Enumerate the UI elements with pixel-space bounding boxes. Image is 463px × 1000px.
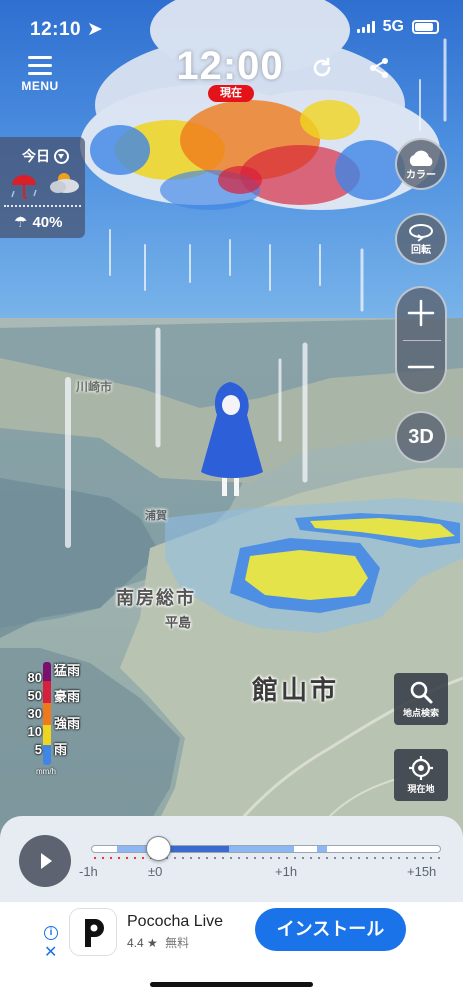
chevron-down-icon — [54, 148, 69, 164]
timeline-tick: +15h — [407, 864, 437, 879]
timeline-slider[interactable] — [91, 845, 441, 853]
forecast-day-selector[interactable]: 今日 — [22, 146, 69, 166]
timeline-panel: -1h ±0 +1h +15h — [0, 816, 463, 902]
forecast-day-label: 今日 — [22, 148, 50, 164]
now-badge: 現在 — [208, 85, 254, 102]
precipitation-legend: 80 50 30 10 5 猛雨 豪雨 強雨 雨 mm/h — [22, 660, 88, 778]
color-button[interactable]: カラー — [395, 138, 447, 190]
hamburger-icon — [28, 56, 52, 75]
play-button[interactable] — [19, 835, 71, 887]
battery-icon — [412, 20, 439, 34]
legend-value: 80 — [27, 670, 42, 685]
rotate-button[interactable]: 回転 — [395, 213, 447, 265]
forecast-time-display: 12:00 — [176, 44, 284, 88]
menu-button[interactable]: MENU — [16, 52, 64, 94]
home-indicator — [150, 982, 313, 987]
legend-label: 強雨 — [54, 716, 81, 731]
legend-value: 50 — [27, 688, 42, 703]
divider — [4, 205, 81, 207]
rain-probability-value: 40% — [32, 213, 63, 231]
legend-label: 豪雨 — [54, 689, 81, 704]
timeline-knob[interactable] — [145, 836, 171, 861]
timeline-past-dots — [91, 856, 156, 860]
legend-swatch — [43, 745, 51, 765]
map-label-minamiboso: 南房総市 — [116, 588, 196, 608]
timeline-tick: +1h — [275, 864, 298, 879]
color-button-label: カラー — [406, 170, 436, 181]
map-label-ura: 浦賀 — [145, 510, 167, 522]
map-label-heguri: 平島 — [165, 615, 192, 630]
legend-label: 雨 — [54, 742, 68, 757]
cellular-signal-icon — [356, 21, 375, 33]
legend-value: 5 — [34, 742, 42, 757]
rain-then-cloud-icon — [11, 173, 79, 199]
timeline-segment — [229, 846, 294, 852]
zoom-out-button[interactable] — [397, 342, 445, 394]
install-button[interactable]: インストール — [255, 908, 406, 951]
timeline-segment — [317, 846, 327, 852]
current-location-button[interactable]: 現在地 — [394, 749, 448, 801]
status-time: 12:10 ➤ — [30, 19, 104, 40]
today-forecast-card[interactable]: 今日 ☂ 40% — [0, 137, 85, 238]
umbrella-icon: ☂ — [14, 214, 28, 231]
minus-icon — [407, 365, 435, 369]
rotate-button-label: 回転 — [411, 245, 431, 256]
refresh-icon[interactable] — [310, 56, 334, 80]
ad-rating: 4.4 ★ — [127, 936, 158, 950]
share-icon[interactable] — [366, 55, 392, 81]
location-search-button[interactable]: 地点検索 — [394, 673, 448, 725]
cloud-icon — [409, 150, 433, 166]
crosshair-icon — [409, 756, 433, 780]
timeline-tick: ±0 — [148, 864, 163, 879]
close-icon[interactable]: ✕ — [44, 942, 57, 962]
legend-swatch — [43, 725, 51, 745]
map-label-tateyama: 館山市 — [252, 675, 340, 705]
app-screen: 南房総市 平島 館山市 川崎市 浦賀 12:10 ➤ 5G MENU 12:00… — [0, 0, 463, 1000]
zoom-in-button[interactable] — [397, 288, 445, 340]
rotate-icon — [409, 224, 433, 242]
3d-toggle-button[interactable]: 3D — [395, 411, 447, 463]
map-label-north: 川崎市 — [76, 380, 113, 394]
app-logo — [70, 909, 116, 955]
zoom-control — [395, 286, 447, 394]
location-search-label: 地点検索 — [402, 708, 439, 718]
search-icon — [410, 681, 433, 704]
legend-label: 猛雨 — [54, 663, 81, 678]
plus-icon — [407, 299, 435, 327]
legend-value: 10 — [27, 724, 42, 739]
legend-swatch — [43, 662, 51, 681]
raincoat-character-icon — [201, 382, 263, 496]
timeline-tick: -1h — [79, 864, 98, 879]
rain-probability: ☂ 40% — [14, 213, 63, 232]
network-type: 5G — [382, 18, 404, 35]
current-location-label: 現在地 — [407, 784, 435, 794]
info-icon[interactable]: i — [44, 926, 58, 940]
legend-unit: mm/h — [36, 767, 56, 776]
menu-label: MENU — [21, 79, 59, 93]
ad-meta: 4.4 ★ 無料 — [127, 934, 189, 951]
legend-swatch — [43, 681, 51, 703]
zoom-divider — [403, 340, 441, 341]
status-icons: 5G — [356, 18, 439, 36]
legend-value: 30 — [27, 706, 42, 721]
ad-price: 無料 — [165, 936, 190, 950]
ad-title: Pococha Live — [127, 913, 224, 930]
legend-color-bar — [43, 662, 51, 765]
legend-swatch — [43, 703, 51, 725]
